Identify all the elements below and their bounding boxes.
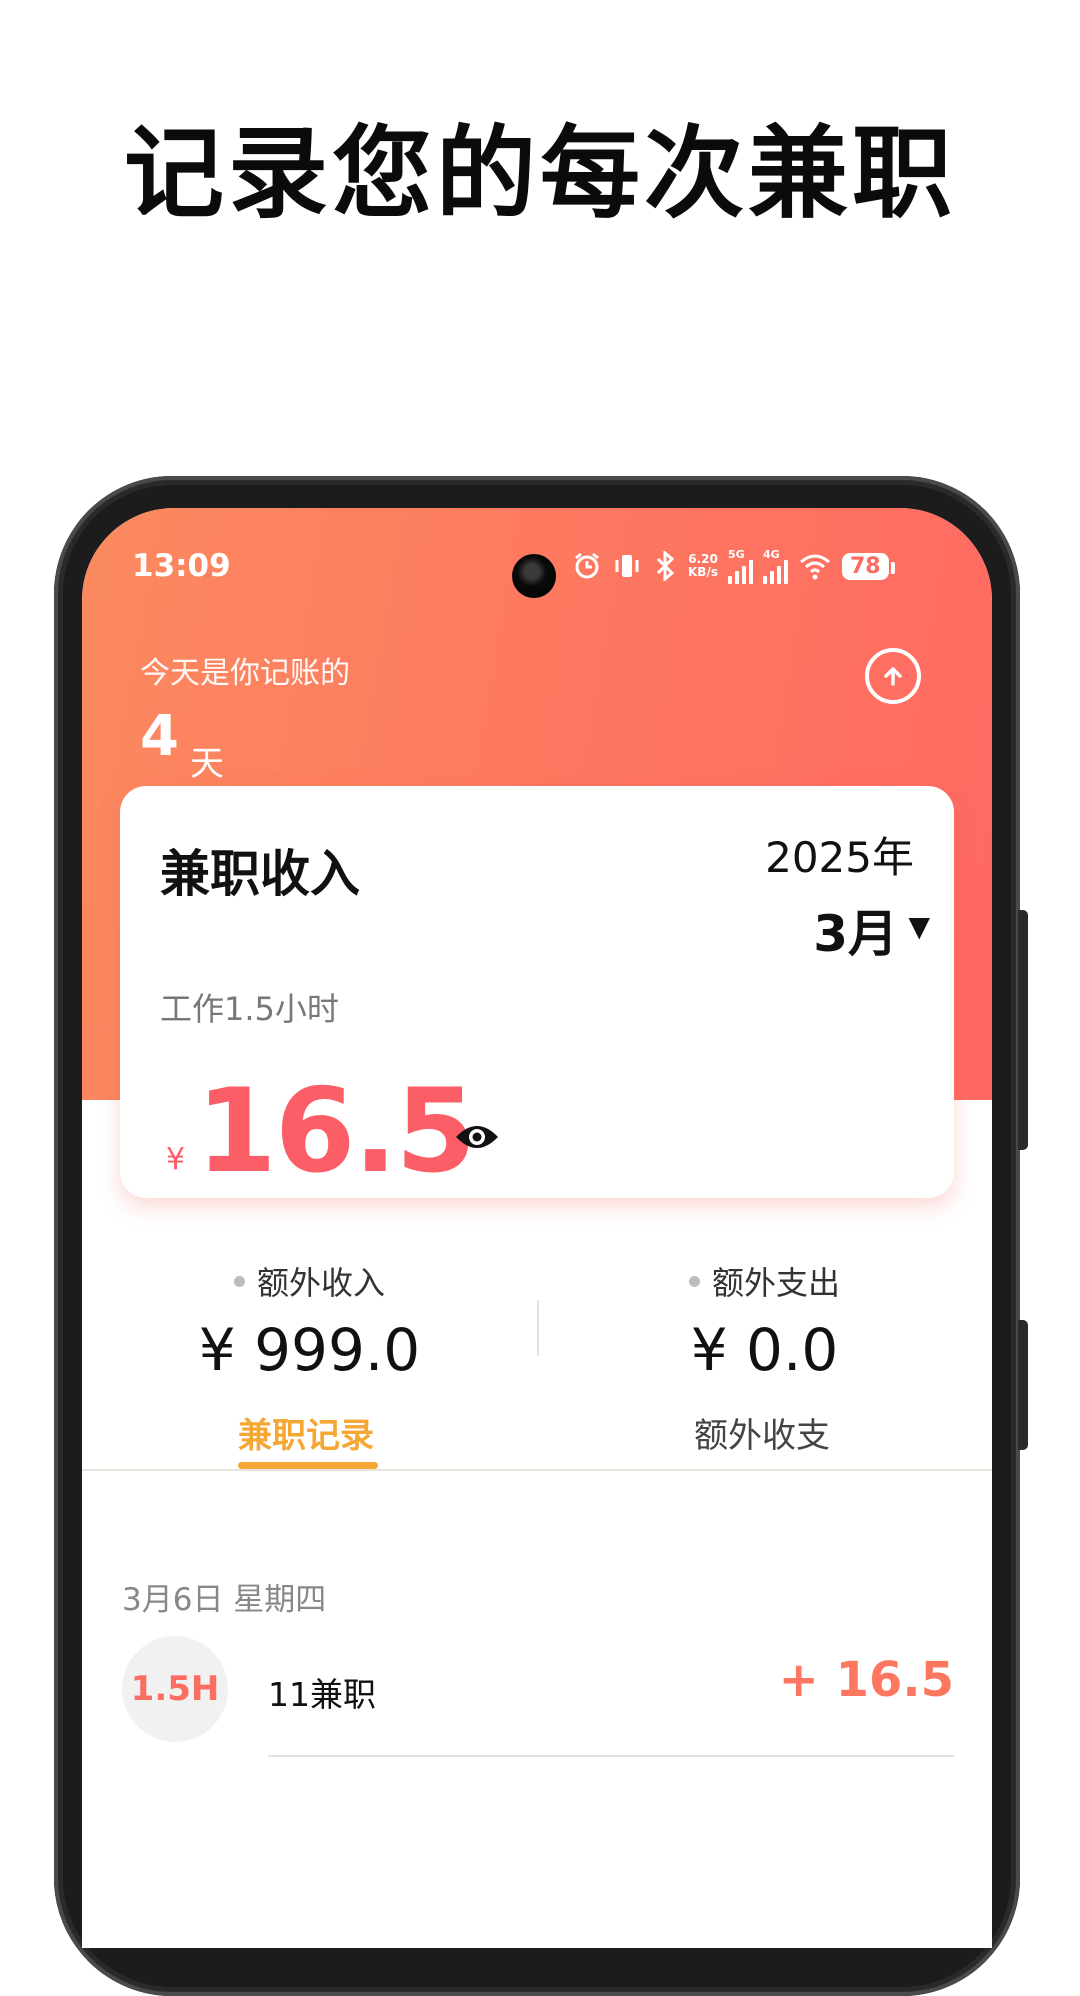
row-divider [268,1755,954,1757]
currency-symbol: ¥ [166,1142,186,1177]
extra-expense-value: ¥ 0.0 [690,1316,839,1384]
phone-screen: 13:09 6.20 KB/s 5G 4G 78 今天是你记账的 4 天 兼职收… [82,508,992,1948]
signal-4g-icon: 4G [762,549,788,584]
chevron-down-icon[interactable]: ▼ [908,910,930,943]
bluetooth-icon [652,551,678,581]
volume-button [1018,910,1028,1150]
tab-divider [82,1469,992,1471]
signal-5g-icon: 5G [727,549,753,584]
extra-income-label: 额外收入 [256,1264,385,1302]
alarm-icon [572,551,602,581]
tab-extra-transactions[interactable]: 额外收支 [694,1408,830,1457]
record-amount: + 16.5 [778,1652,954,1708]
streak-label: 今天是你记账的 [140,656,350,691]
record-tabs: 兼职记录 额外收支 [82,1408,992,1470]
tab-underline [238,1462,378,1469]
list-item[interactable]: 1.5H 11兼职 + 16.5 [82,1628,992,1758]
extra-expense[interactable]: 额外支出 ¥ 0.0 [537,1258,992,1384]
status-time: 13:09 [132,548,231,584]
net-speed: 6.20 KB/s [688,552,718,579]
dot-icon [233,1275,245,1287]
income-amount: 16.5 [196,1064,476,1199]
front-camera [512,554,556,598]
record-title: 11兼职 [268,1675,376,1714]
streak-days: 4 [140,704,179,769]
date-header: 3月6日 星期四 [122,1582,327,1618]
streak-unit: 天 [190,744,224,784]
wifi-icon [798,552,832,580]
extra-expense-label: 额外支出 [711,1264,840,1302]
upload-icon[interactable] [865,648,921,704]
vibrate-icon [612,551,642,581]
work-hours: 工作1.5小时 [160,990,339,1028]
tab-part-time-records[interactable]: 兼职记录 [238,1408,374,1457]
eye-icon[interactable] [454,1120,500,1154]
extra-income[interactable]: 额外收入 ¥ 999.0 [82,1258,537,1384]
power-button [1018,1320,1028,1450]
battery-icon: 78 [841,552,895,580]
income-card: 兼职收入 2025年 3月 ▼ 工作1.5小时 ¥ 16.5 [120,786,954,1199]
promo-headline: 记录您的每次兼职 [124,115,956,232]
hours-badge: 1.5H [122,1636,228,1742]
card-title: 兼职收入 [160,845,360,903]
status-icons: 6.20 KB/s 5G 4G 78 [572,548,895,584]
month-selector[interactable]: 3月 [813,894,898,966]
dot-icon [688,1275,700,1287]
extra-income-value: ¥ 999.0 [198,1316,421,1384]
status-bar: 13:09 6.20 KB/s 5G 4G 78 [82,538,992,598]
year-label[interactable]: 2025年 [765,824,914,885]
